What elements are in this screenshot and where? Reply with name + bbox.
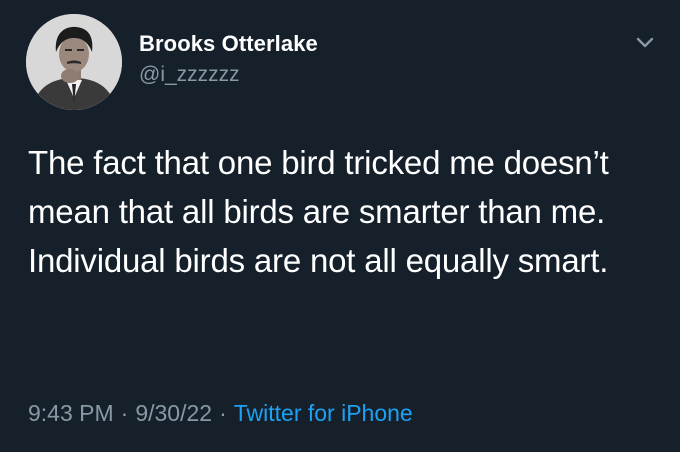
author-names: Brooks Otterlake @i_zzzzzz [139, 30, 318, 89]
user-handle[interactable]: @i_zzzzzz [139, 61, 318, 89]
chevron-down-icon[interactable] [630, 30, 660, 56]
meta-separator: · [120, 400, 129, 426]
tweet-header: Brooks Otterlake @i_zzzzzz [26, 14, 666, 112]
tweet-date[interactable]: 9/30/22 [135, 400, 212, 426]
tweet-source-link[interactable]: Twitter for iPhone [234, 400, 413, 426]
tweet-card: Brooks Otterlake @i_zzzzzz The fact that… [0, 0, 680, 452]
tweet-text: The fact that one bird tricked me doesn’… [28, 144, 609, 279]
meta-separator: · [219, 400, 227, 426]
tweet-meta: 9:43 PM · 9/30/22 · Twitter for iPhone [28, 398, 413, 428]
display-name[interactable]: Brooks Otterlake [139, 30, 318, 58]
tweet-time[interactable]: 9:43 PM [28, 400, 114, 426]
avatar-image [26, 14, 122, 110]
avatar[interactable] [26, 14, 122, 110]
